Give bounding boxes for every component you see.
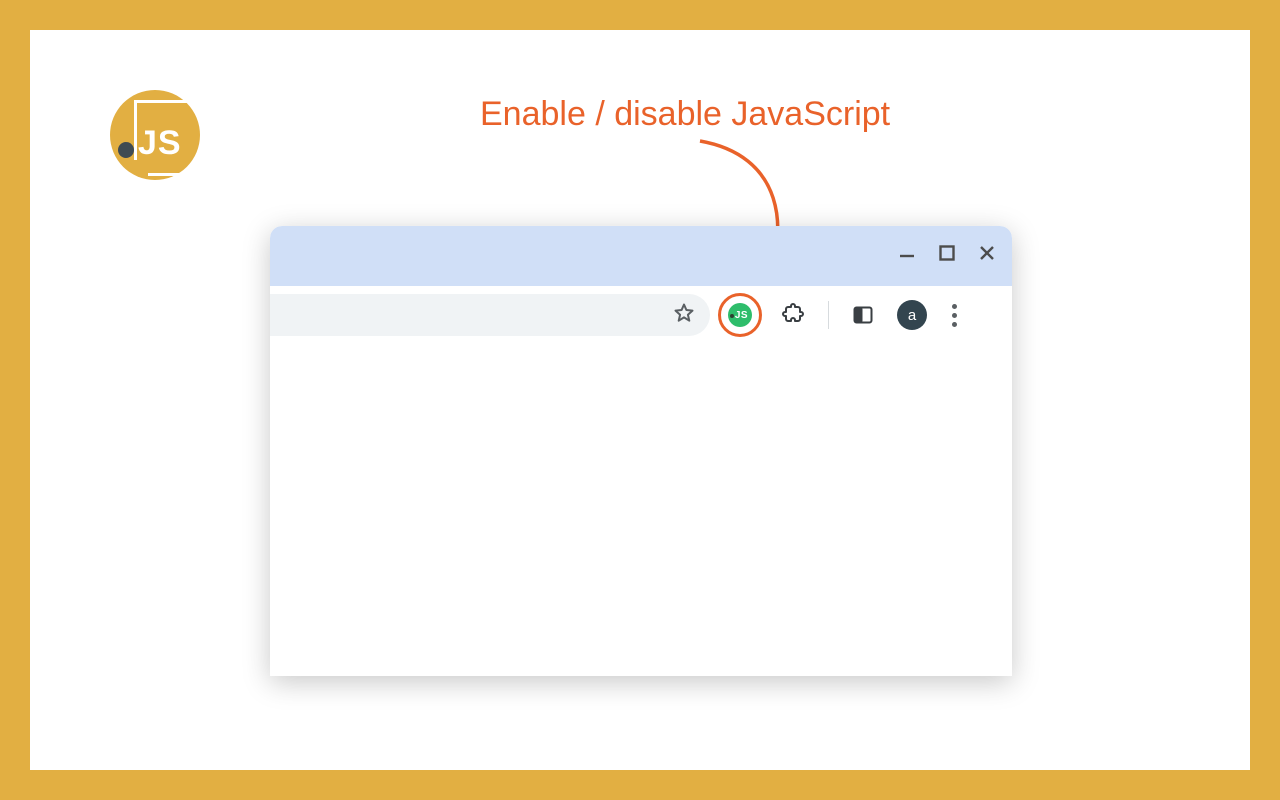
close-button[interactable] <box>976 242 998 264</box>
toolbar: JS a <box>270 286 1012 344</box>
extension-logo: JS <box>110 90 200 180</box>
js-toggle-extension-button[interactable]: JS <box>720 295 760 335</box>
extensions-button[interactable] <box>774 295 814 335</box>
annotation-label: Enable / disable JavaScript <box>480 95 890 134</box>
maximize-button[interactable] <box>936 242 958 264</box>
bookmark-star-icon[interactable] <box>672 301 696 330</box>
js-extension-icon: JS <box>728 303 752 327</box>
canvas: JS Enable / disable JavaScript <box>30 30 1250 770</box>
titlebar <box>270 226 1012 286</box>
profile-initial: a <box>908 307 916 324</box>
chrome-menu-button[interactable] <box>941 304 967 327</box>
outer-frame: JS Enable / disable JavaScript <box>0 0 1280 800</box>
logo-text: JS <box>138 124 182 163</box>
address-bar[interactable] <box>270 294 710 336</box>
page-content <box>270 344 1012 676</box>
side-panel-button[interactable] <box>843 295 883 335</box>
profile-avatar[interactable]: a <box>897 300 927 330</box>
toolbar-divider <box>828 301 829 329</box>
browser-window: JS a <box>270 226 1012 676</box>
minimize-button[interactable] <box>896 242 918 264</box>
